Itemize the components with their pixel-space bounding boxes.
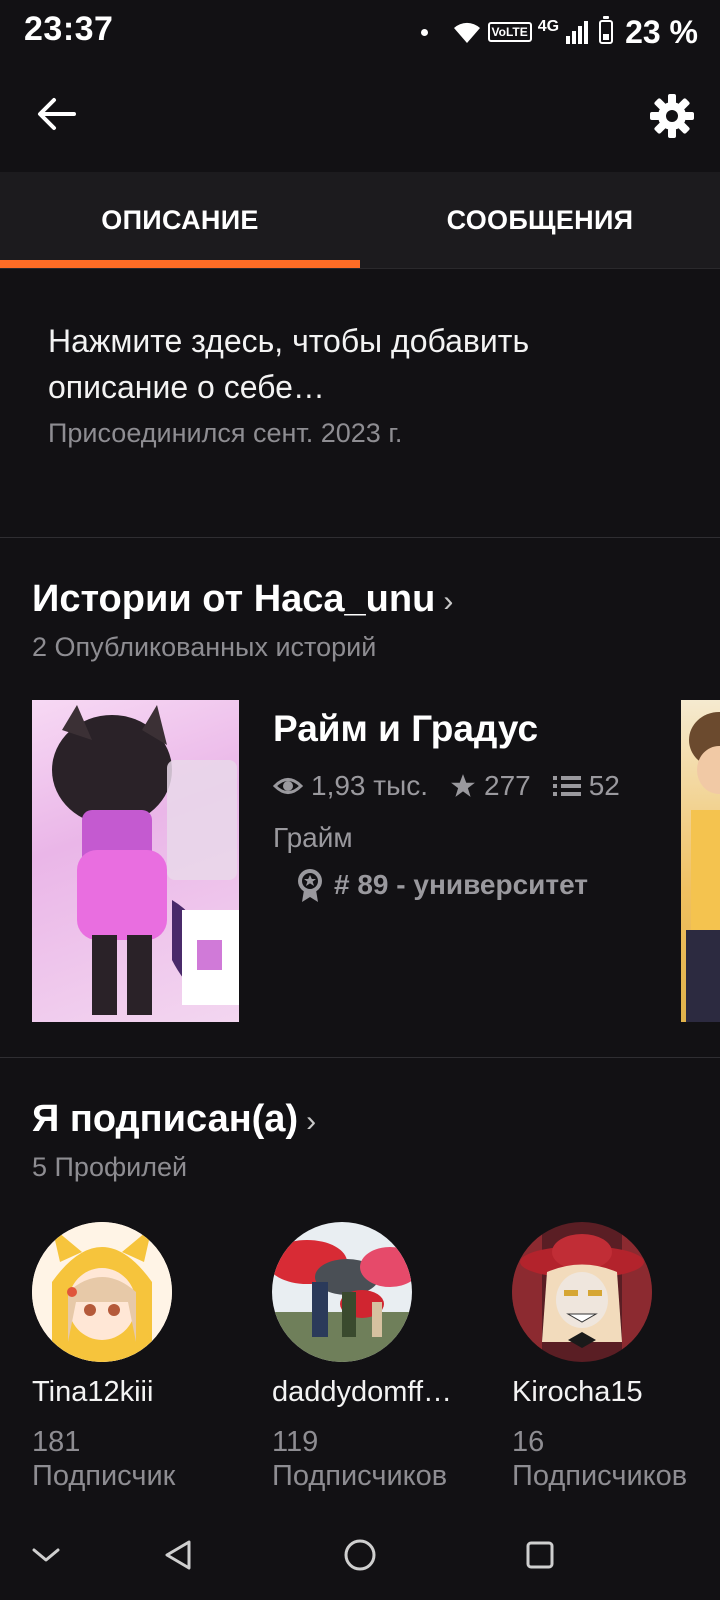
following-count: 5 Профилей [32, 1152, 188, 1182]
nav-back[interactable] [148, 1510, 208, 1600]
stories-title: Истории от Haca_unu [32, 578, 436, 620]
avatar[interactable] [272, 1222, 412, 1362]
profile-follower-count: 16 [512, 1426, 545, 1458]
divider [0, 537, 720, 538]
story-cover[interactable] [32, 700, 239, 1022]
story-views: 1,93 тыс. [311, 770, 429, 801]
profile-name: daddydomff… [272, 1376, 453, 1408]
battery-percent: 23 % [625, 13, 698, 50]
avatar-image [512, 1222, 652, 1362]
profile-follower-label: Подписчиков [512, 1460, 688, 1492]
avatar[interactable] [32, 1222, 172, 1362]
notification-dot-icon [420, 28, 428, 36]
list-icon [552, 776, 581, 796]
eye-icon [273, 778, 303, 794]
chevron-right-icon: › [443, 585, 454, 618]
avatar-image [272, 1222, 412, 1362]
profile-follower-label: Подписчиков [272, 1460, 448, 1492]
story-title[interactable]: Райм и Градус [273, 708, 538, 750]
divider [0, 1057, 720, 1058]
story-stats: 1,93 тыс. 277 52 [273, 770, 632, 802]
story-parts: 52 [588, 770, 620, 801]
system-nav-bar [0, 1510, 720, 1600]
story-rank: # 89 - университет [296, 868, 588, 902]
status-icons: VoLTE 4G 23 % [420, 12, 698, 52]
profile-follower-count: 181 [32, 1426, 81, 1458]
avatar-image [32, 1222, 172, 1362]
stories-count: 2 Опубликованных историй [32, 632, 377, 662]
cover-art-image [686, 712, 720, 1022]
story-rank-text: # 89 - университет [334, 869, 589, 900]
chevron-down-icon [32, 1548, 60, 1562]
story-votes: 277 [484, 770, 531, 801]
home-circle-icon [344, 1539, 376, 1571]
divider [0, 268, 720, 269]
nav-home[interactable] [330, 1510, 390, 1600]
active-tab-indicator [0, 260, 360, 268]
nav-hide-keyboard[interactable] [16, 1510, 76, 1600]
story-cover-partial[interactable] [681, 700, 720, 1022]
profile-name: Kirocha15 [512, 1376, 643, 1408]
network-type: 4G [537, 18, 560, 35]
cover-art-image [52, 705, 239, 1015]
profile-follower-count: 119 [272, 1426, 319, 1458]
stories-header[interactable]: Истории от Haca_unu › [32, 578, 453, 621]
avatar[interactable] [512, 1222, 652, 1362]
battery-icon [599, 16, 614, 44]
joined-date: Присоединился сент. 2023 г. [48, 418, 403, 448]
back-triangle-icon [165, 1540, 191, 1570]
profile-card[interactable]: Tina12kiii 181 Подписчик [32, 1222, 252, 1493]
following-title: Я подписан(а) [32, 1098, 299, 1140]
recents-square-icon [526, 1541, 554, 1569]
chevron-right-icon: › [306, 1105, 317, 1138]
profile-card[interactable]: Kirocha15 16 Подписчиков [512, 1222, 720, 1493]
profile-follower-label: Подписчик [32, 1460, 176, 1492]
volte-badge: VoLTE [487, 22, 532, 42]
following-header[interactable]: Я подписан(а) › [32, 1098, 316, 1141]
tab-description[interactable]: ОПИСАНИЕ [0, 172, 360, 268]
profile-name: Tina12kiii [32, 1376, 154, 1408]
about-prompt[interactable]: Нажмите здесь, чтобы добавить описание о… [48, 318, 668, 410]
status-time: 23:37 [24, 10, 114, 48]
rank-medal-icon [298, 869, 322, 902]
nav-recents[interactable] [510, 1510, 570, 1600]
story-genre: Грайм [273, 822, 353, 853]
gear-icon[interactable] [648, 92, 696, 140]
tab-bar: ОПИСАНИЕ СООБЩЕНИЯ [0, 172, 720, 268]
wifi-icon [453, 22, 480, 43]
back-arrow-icon[interactable] [34, 92, 78, 136]
star-icon [451, 774, 475, 797]
profile-card[interactable]: daddydomff… 119 Подписчиков [272, 1222, 492, 1493]
signal-icon [566, 21, 589, 44]
tab-messages[interactable]: СООБЩЕНИЯ [360, 172, 720, 268]
